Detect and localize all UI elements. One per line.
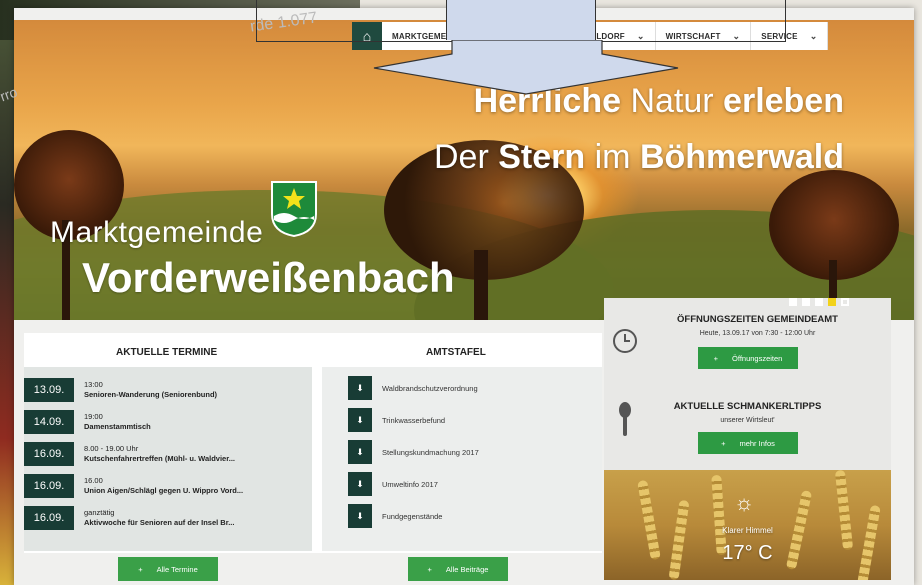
date-badge: 14.09. [24, 410, 74, 434]
hero-title-small: Marktgemeinde [50, 216, 264, 249]
button-label: Öffnungszeiten [732, 353, 783, 363]
wheat-ear [668, 499, 690, 580]
document-link[interactable]: Waldbrandschutzverordnung [382, 384, 478, 393]
chevron-down-icon: ⌄ [809, 30, 818, 41]
date-badge: 16.09. [24, 474, 74, 498]
slogan-word: Der [433, 138, 489, 176]
weather-condition: Klarer Himmel [722, 526, 773, 535]
event-time: ganztätig [84, 508, 115, 517]
event-time: 19:00 [84, 412, 103, 421]
list-item[interactable]: 14.09. 19:00 Damenstammtisch [24, 409, 151, 435]
sidebar: ÖFFNUNGSZEITEN GEMEINDEAMT Heute, 13.09.… [604, 298, 891, 580]
button-label: mehr Infos [739, 438, 775, 448]
amtstafel-heading: AMTSTAFEL [426, 347, 486, 358]
municipality-crest-icon [271, 181, 317, 238]
button-label: Alle Termine [156, 564, 198, 574]
download-icon[interactable]: ⬇ [348, 472, 372, 496]
date-badge: 16.09. [24, 442, 74, 466]
event-name[interactable]: Damenstammtisch [84, 422, 151, 432]
plus-icon: + [713, 353, 719, 363]
plus-icon: + [138, 564, 143, 574]
slogan-word: erleben [723, 82, 844, 120]
tree-trunk [474, 250, 488, 320]
download-icon[interactable]: ⬇ [348, 376, 372, 400]
date-badge: 13.09. [24, 378, 74, 402]
weather-widget: ☼ Klarer Himmel 17° C [604, 470, 891, 580]
event-time: 16.00 [84, 476, 103, 485]
hero-slogan-line2: Der Stern im Böhmerwald [434, 138, 844, 177]
slider-indicators [789, 298, 849, 306]
slider-dot[interactable] [802, 298, 810, 306]
document-link[interactable]: Umweltinfo 2017 [382, 480, 438, 489]
slider-dot[interactable] [789, 298, 797, 306]
list-item[interactable]: ⬇ Stellungskundmachung 2017 [348, 439, 479, 465]
list-item[interactable]: ⬇ Fundgegenstände [348, 503, 442, 529]
date-badge: 16.09. [24, 506, 74, 530]
document-link[interactable]: Stellungskundmachung 2017 [382, 448, 479, 457]
content-panel: AKTUELLE TERMINE AMTSTAFEL 13.09. 13:00 S… [24, 333, 602, 553]
alle-termine-button[interactable]: + Alle Termine [118, 557, 218, 581]
amtstafel-list: ⬇ Waldbrandschutzverordnung ⬇ Trinkwasserb… [322, 367, 602, 551]
list-item[interactable]: ⬇ Waldbrandschutzverordnung [348, 375, 478, 401]
list-item[interactable]: ⬇ Umweltinfo 2017 [348, 471, 438, 497]
schmankerltipps-sub: unserer Wirtsleut' [720, 417, 775, 424]
download-icon[interactable]: ⬇ [348, 408, 372, 432]
download-icon[interactable]: ⬇ [348, 504, 372, 528]
weather-temperature: 17° C [722, 542, 773, 564]
event-name[interactable]: Union Aigen/Schlägl gegen U. Wippro Vord… [84, 486, 243, 496]
alle-beitraege-button[interactable]: + Alle Beiträge [408, 557, 508, 581]
list-item[interactable]: 16.09. 16.00 Union Aigen/Schlägl gegen U.… [24, 473, 243, 499]
schmankerltipps-heading: AKTUELLE SCHMANKERLTIPPS [673, 401, 822, 412]
button-label: Alle Beiträge [445, 564, 489, 574]
event-name[interactable]: Senioren-Wanderung (Seniorenbund) [84, 390, 217, 400]
oeffnungszeiten-heading: ÖFFNUNGSZEITEN GEMEINDEAMT [677, 314, 838, 325]
event-time: 8.00 - 19.00 Uhr [84, 444, 139, 453]
slogan-word: Stern [498, 138, 586, 176]
list-item[interactable]: 16.09. 8.00 - 19.00 Uhr Kutschenfahrertre… [24, 441, 235, 467]
annotation-highlight [446, 0, 596, 40]
event-name[interactable]: Kutschenfahrertreffen (Mühl- u. Waldvier… [84, 454, 235, 464]
slider-dot[interactable] [815, 298, 823, 306]
download-icon[interactable]: ⬇ [348, 440, 372, 464]
sun-icon: ☼ [734, 490, 755, 515]
annotation-arrow-icon [373, 40, 679, 95]
oeffnungszeiten-button[interactable]: + Öffnungszeiten [698, 347, 798, 369]
hero-title-big: Vorderweißenbach [82, 254, 455, 301]
slider-dot[interactable] [841, 298, 849, 306]
slogan-word: im [594, 138, 631, 176]
list-item[interactable]: ⬇ Trinkwasserbefund [348, 407, 445, 433]
document-link[interactable]: Fundgegenstände [382, 512, 442, 521]
event-time: 13:00 [84, 380, 103, 389]
event-name[interactable]: Aktivwoche für Senioren auf der Insel Br… [84, 518, 234, 528]
slogan-word: Böhmerwald [639, 138, 844, 176]
list-item[interactable]: 16.09. ganztätig Aktivwoche für Senioren … [24, 505, 234, 531]
slider-dot-active[interactable] [828, 298, 836, 306]
mehr-infos-button[interactable]: + mehr Infos [698, 432, 798, 454]
list-item[interactable]: 13.09. 13:00 Senioren-Wanderung (Senioren… [24, 377, 217, 403]
termine-list: 13.09. 13:00 Senioren-Wanderung (Senioren… [24, 367, 312, 551]
plus-icon: + [721, 438, 726, 448]
plus-icon: + [427, 564, 432, 574]
document-link[interactable]: Trinkwasserbefund [382, 416, 445, 425]
oeffnungszeiten-today: Heute, 13.09.17 von 7:30 - 12:00 Uhr [699, 330, 816, 337]
termine-heading: AKTUELLE TERMINE [116, 347, 218, 358]
wheat-ear [834, 470, 854, 551]
